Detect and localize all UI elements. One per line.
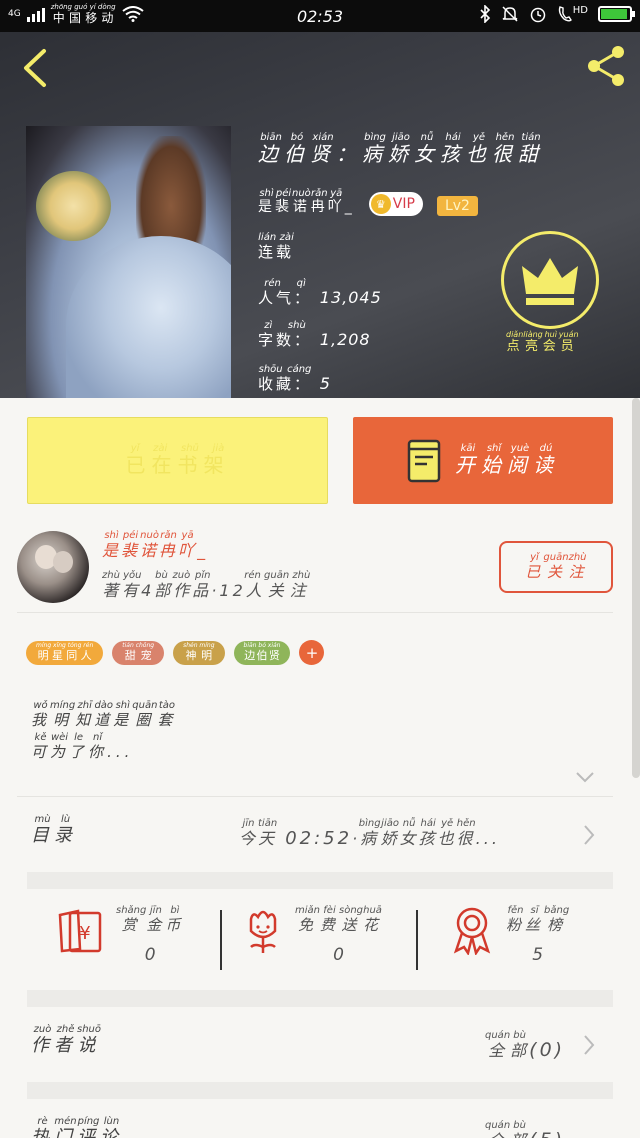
hd-call-icon: HD [557, 5, 588, 23]
crown-icon [522, 258, 578, 305]
author-name[interactable]: 是shì裴péi诺nuò冉rǎn吖yā_ [102, 530, 208, 561]
section-spacer [27, 1082, 613, 1099]
book-author-name[interactable]: 是shì裴péi诺nuò冉rǎn吖yā_ [258, 188, 355, 216]
reward-flowers-value: 0 [333, 945, 344, 965]
author-stats: 著有zhù yǒu4部作品bù zuò pǐn·12人关注rén guān zh… [102, 570, 311, 600]
hot-comments-all: 全quán部bù(5) [485, 1120, 562, 1138]
vip-crown-icon: ♛ [370, 194, 391, 214]
reward-separator [416, 910, 418, 970]
status-bar: 4G 中国移动zhōng guó yí dòng 02:53 HD [0, 0, 640, 32]
red-envelope-icon: ¥ [58, 909, 102, 953]
mute-bell-icon [502, 6, 518, 22]
reward-flowers-label: 免miǎn费fèi送sòng花huā [295, 905, 383, 934]
svg-text:¥: ¥ [79, 923, 90, 944]
author-says-label: 作zuò者zhě说shuō [31, 1024, 102, 1056]
follow-button[interactable]: 已yǐ关guān注zhù [499, 541, 613, 593]
bluetooth-icon [480, 5, 490, 23]
book-word-count: 字数：zì shù 1,208 [258, 320, 371, 349]
chevron-right-icon [584, 1035, 595, 1055]
book-cover-image[interactable] [26, 126, 231, 398]
section-spacer [27, 990, 613, 1007]
favorites-value: 5 [319, 374, 331, 393]
add-to-shelf-button[interactable]: 已在书架yǐ zài shū jià [27, 417, 328, 504]
vip-badge: ♛ VIP [368, 192, 423, 216]
share-icon [588, 46, 624, 86]
add-tag-button[interactable]: + [299, 640, 325, 665]
share-button[interactable] [582, 42, 630, 90]
medal-icon [453, 907, 491, 955]
book-title-text: 边biān伯bó贤xián：病bìng娇jiāo女nǚ孩hái也yě很hěn甜t… [258, 132, 544, 166]
tag-item[interactable]: 边伯贤biān bó xián [233, 640, 291, 665]
description-line-2: 可kě为wèi了le你nǐ... [31, 732, 134, 761]
member-label[interactable]: 点diǎn亮liàng会huì员yuán [506, 330, 579, 354]
reward-separator [220, 910, 222, 970]
tag-item[interactable]: 神明shén míng [173, 640, 225, 665]
popularity-value: 13,045 [319, 288, 382, 307]
book-status: 连载lián zài [258, 232, 295, 261]
alarm-icon [530, 7, 546, 23]
catalog-latest: 今jīn天tiān 02:52·病bìng娇jiāo女nǚ孩hái也yě很hěn… [239, 818, 500, 849]
book-icon [407, 439, 441, 482]
description-line-1: 我wǒ明míng知zhī道dào是shì圈quān套tào [31, 700, 177, 729]
reward-coins[interactable]: ¥ 赏shǎng金jīn币bì 0 [56, 905, 184, 965]
chevron-right-icon [584, 825, 595, 845]
reward-fans-label: 粉fěn丝sī榜bǎng [506, 905, 570, 934]
catalog-row[interactable]: 目mù录lù 今jīn天tiān 02:52·病bìng娇jiāo女nǚ孩hái… [27, 812, 613, 852]
reward-flowers[interactable]: 免miǎn费fèi送sòng花huā 0 [243, 905, 382, 965]
battery-icon [598, 6, 635, 22]
reward-coins-label: 赏shǎng金jīn币bì [116, 905, 185, 934]
section-divider [17, 612, 613, 613]
author-says-row[interactable]: 作zuò者zhě说shuō 全quán部bù(0) [27, 1022, 613, 1064]
book-popularity: 人气：rén qì 13,045 [258, 278, 382, 307]
section-divider [17, 796, 613, 797]
back-arrow-icon [24, 49, 46, 87]
flower-icon [249, 910, 277, 953]
back-button[interactable] [20, 48, 50, 88]
tag-item[interactable]: 甜宠tián chǒng [112, 640, 165, 665]
book-favorites: 收藏：shōu cáng 5 [258, 364, 331, 393]
vip-label: VIP [392, 196, 415, 212]
hot-comments-row[interactable]: 热rè门mén评píng论lùn 全quán部bù(5) [27, 1114, 613, 1138]
word-count-value: 1,208 [319, 330, 371, 349]
author-says-all: 全quán部bù(0) [485, 1030, 566, 1061]
author-avatar[interactable] [17, 531, 89, 603]
member-crown-button[interactable] [501, 231, 599, 329]
start-reading-button[interactable]: 开kāi始shǐ阅yuè读dú [353, 417, 613, 504]
level-badge: Lv2 [436, 196, 478, 216]
catalog-label: 目mù录lù [31, 814, 77, 846]
book-title: 边biān伯bó贤xián：病bìng娇jiāo女nǚ孩hái也yě很hěn甜t… [258, 132, 544, 167]
reward-fans-value: 5 [532, 945, 544, 965]
reward-fans[interactable]: 粉fěn丝sī榜bǎng 5 [450, 905, 569, 965]
cover-dress-shape [66, 236, 231, 398]
book-header: 边biān伯bó贤xián：病bìng娇jiāo女nǚ孩hái也yě很hěn甜t… [0, 0, 640, 398]
tag-item[interactable]: 明星同人míng xīng tóng rén [26, 640, 104, 665]
tag-list: 明星同人míng xīng tóng rén 甜宠tián chǒng 神明sh… [26, 640, 325, 665]
scrollbar[interactable] [632, 398, 640, 778]
section-spacer [27, 872, 613, 889]
hot-comments-label: 热rè门mén评píng论lùn [31, 1116, 123, 1138]
reward-coins-value: 0 [144, 945, 156, 965]
cover-bouquet-shape [36, 171, 111, 241]
start-reading-label: 开kāi始shǐ阅yuè读dú [455, 443, 559, 477]
expand-chevron-icon[interactable] [575, 770, 595, 784]
book-author-line: 是shì裴péi诺nuò冉rǎn吖yā_ ♛ VIP Lv2 [258, 188, 478, 216]
